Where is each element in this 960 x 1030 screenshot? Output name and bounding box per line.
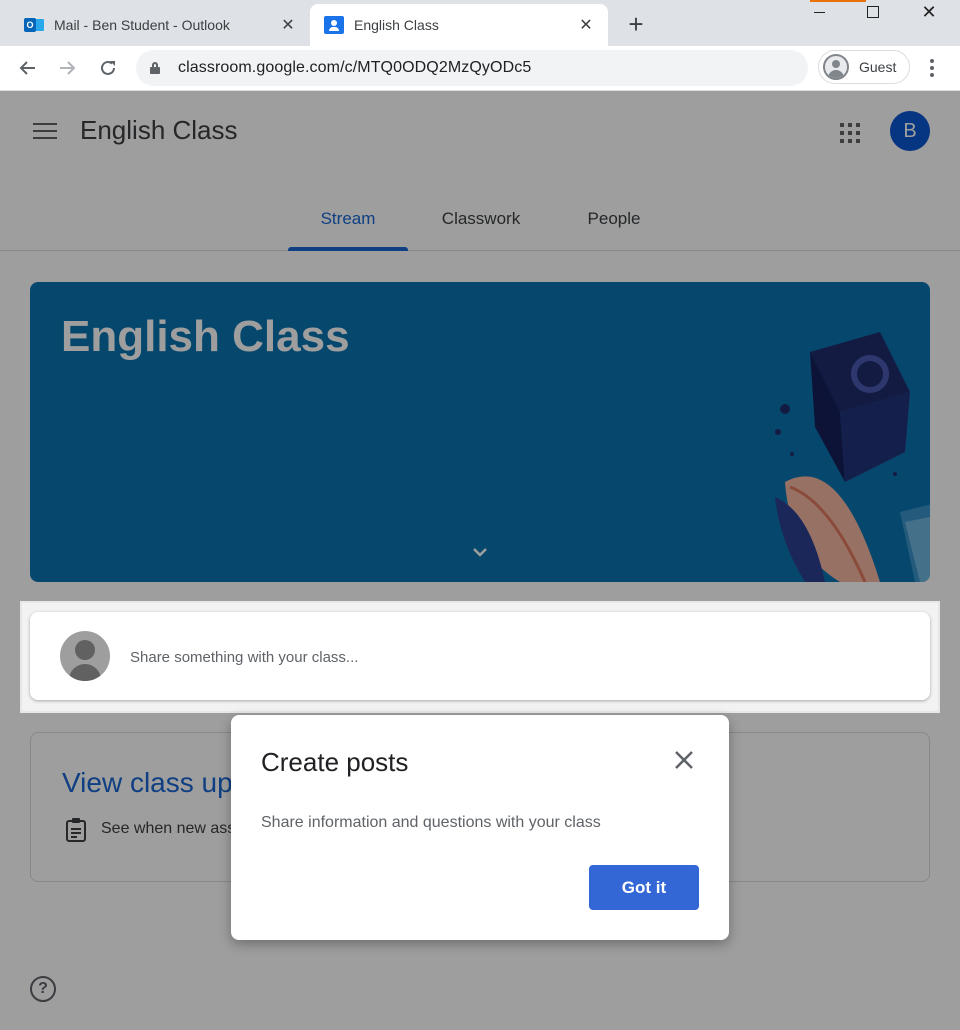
guest-avatar-icon — [823, 54, 849, 80]
address-bar[interactable]: classroom.google.com/c/MTQ0ODQ2MzQyODc5 — [136, 50, 808, 86]
outlook-icon: O — [24, 16, 44, 34]
browser-tab-bar: O Mail - Ben Student - Outlook ✕ English… — [0, 0, 960, 46]
reload-button[interactable] — [94, 54, 122, 82]
back-button[interactable] — [14, 54, 42, 82]
reload-icon — [101, 60, 115, 75]
tab-title: English Class — [354, 17, 439, 33]
user-avatar-icon — [60, 631, 110, 681]
lock-icon — [150, 62, 160, 74]
got-it-button[interactable]: Got it — [589, 865, 699, 910]
browser-menu-icon[interactable] — [920, 54, 944, 82]
arrow-right-icon — [60, 61, 76, 75]
new-tab-button[interactable]: + — [622, 9, 650, 39]
forward-button[interactable] — [53, 54, 81, 82]
google-classroom-icon — [324, 16, 344, 34]
tab-title: Mail - Ben Student - Outlook — [54, 17, 230, 33]
close-tab-icon[interactable]: ✕ — [278, 15, 298, 35]
close-tab-icon[interactable]: ✕ — [576, 15, 596, 35]
browser-tab-outlook[interactable]: O Mail - Ben Student - Outlook ✕ — [24, 4, 310, 46]
close-icon[interactable] — [671, 747, 697, 773]
browser-toolbar: classroom.google.com/c/MTQ0ODQ2MzQyODc5 … — [0, 46, 960, 91]
arrow-left-icon — [19, 61, 35, 75]
url-text: classroom.google.com/c/MTQ0ODQ2MzQyODc5 — [178, 59, 532, 76]
share-box[interactable]: Share something with your class... — [30, 612, 930, 700]
maximize-window-button[interactable] — [850, 0, 896, 24]
minimize-window-button[interactable] — [796, 0, 842, 24]
share-box-spotlight: Share something with your class... — [20, 601, 940, 713]
profile-label: Guest — [859, 59, 897, 75]
dialog-body: Share information and questions with you… — [261, 814, 601, 831]
share-placeholder[interactable]: Share something with your class... — [130, 649, 358, 666]
profile-button[interactable]: Guest — [818, 50, 910, 84]
dialog-title: Create posts — [261, 747, 409, 777]
create-posts-dialog: Create posts Share information and quest… — [231, 715, 729, 940]
browser-tab-english-class[interactable]: English Class ✕ — [310, 4, 608, 46]
close-window-button[interactable]: ✕ — [906, 0, 952, 24]
